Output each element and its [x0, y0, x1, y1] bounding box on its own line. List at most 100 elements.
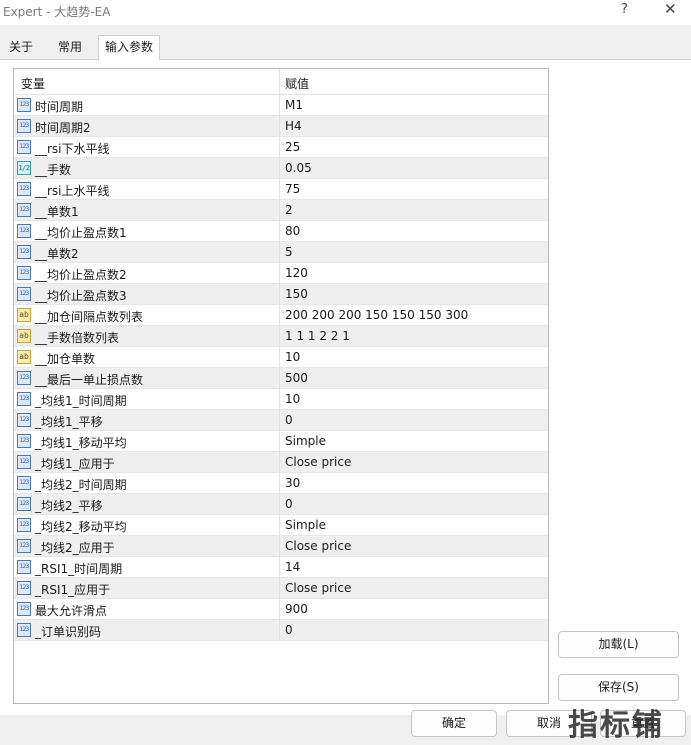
tab-input-parameters[interactable]: 输入参数 [98, 35, 161, 61]
cell-divider [279, 536, 280, 557]
table-row[interactable]: 123 __均价止盈点数2 120 [14, 263, 548, 284]
table-row[interactable]: 123 时间周期 M1 [14, 95, 548, 116]
cell-divider [279, 242, 280, 263]
table-row[interactable]: 123 _均线2_时间周期 30 [14, 473, 548, 494]
table-row[interactable]: 123 __单数1 2 [14, 200, 548, 221]
parameter-value[interactable]: 900 [285, 602, 308, 616]
parameter-value[interactable]: H4 [285, 119, 302, 133]
parameter-value[interactable]: 25 [285, 140, 300, 154]
close-button[interactable]: ✕ [664, 0, 677, 18]
cell-divider [279, 368, 280, 389]
cell-divider [279, 389, 280, 410]
parameter-value[interactable]: 75 [285, 182, 300, 196]
integer-type-icon: 123 [17, 602, 31, 616]
table-row[interactable]: 123 _均线2_移动平均 Simple [14, 515, 548, 536]
parameter-value[interactable]: M1 [285, 98, 303, 112]
parameter-value[interactable]: 150 [285, 287, 308, 301]
column-header-value[interactable]: 赋值 [285, 75, 309, 92]
parameter-value[interactable]: 0 [285, 413, 293, 427]
parameter-value[interactable]: 2 [285, 203, 293, 217]
table-row[interactable]: 123 __最后一单止损点数 500 [14, 368, 548, 389]
table-row[interactable]: 123 最大允许滑点 900 [14, 599, 548, 620]
integer-type-icon: 123 [17, 581, 31, 595]
table-body: 123 时间周期 M1 123 时间周期2 H4 123 __rsi下水平线 25 1/2 __手数… [14, 95, 548, 641]
cell-divider [279, 221, 280, 242]
ok-button[interactable]: 确定 [411, 710, 497, 737]
cell-divider [279, 284, 280, 305]
help-button[interactable]: ? [621, 2, 628, 17]
table-row[interactable]: ab __手数倍数列表 1 1 1 2 2 1 [14, 326, 548, 347]
cell-divider [279, 95, 280, 116]
string-type-icon: ab [17, 329, 31, 343]
parameter-value[interactable]: 500 [285, 371, 308, 385]
integer-type-icon: 123 [17, 455, 31, 469]
parameter-value[interactable]: 10 [285, 392, 300, 406]
table-row[interactable]: 123 __均价止盈点数3 150 [14, 284, 548, 305]
cell-divider [279, 431, 280, 452]
column-divider[interactable] [279, 69, 280, 95]
integer-type-icon: 123 [17, 560, 31, 574]
parameter-name: __单数1 [35, 205, 79, 219]
table-row[interactable]: 123 __rsi下水平线 25 [14, 137, 548, 158]
cell-divider [279, 137, 280, 158]
cell-divider [279, 179, 280, 200]
cell-divider [279, 200, 280, 221]
table-row[interactable]: 123 _订单识别码 0 [14, 620, 548, 641]
parameter-value[interactable]: 10 [285, 350, 300, 364]
parameter-value[interactable]: 0 [285, 623, 293, 637]
parameter-value[interactable]: Simple [285, 434, 326, 448]
parameter-value[interactable]: 80 [285, 224, 300, 238]
parameter-value[interactable]: Close price [285, 581, 351, 595]
table-row[interactable]: ab __加仓间隔点数列表 200 200 200 150 150 150 300 [14, 305, 548, 326]
parameter-value[interactable]: Simple [285, 518, 326, 532]
parameter-value[interactable]: Close price [285, 539, 351, 553]
load-button[interactable]: 加载(L) [558, 631, 679, 658]
parameters-table[interactable]: 变量 赋值 123 时间周期 M1 123 时间周期2 H4 123 __rsi下水平线 25 1… [13, 68, 549, 704]
table-row[interactable]: 123 _均线1_移动平均 Simple [14, 431, 548, 452]
table-row[interactable]: 123 _均线1_应用于 Close price [14, 452, 548, 473]
table-row[interactable]: 123 _RSI1_时间周期 14 [14, 557, 548, 578]
parameter-name: __均价止盈点数2 [35, 268, 127, 282]
integer-type-icon: 123 [17, 182, 31, 196]
parameter-name: _均线2_时间周期 [35, 478, 127, 492]
parameter-value[interactable]: 0 [285, 497, 293, 511]
parameter-value[interactable]: 1 1 1 2 2 1 [285, 329, 350, 343]
parameter-value[interactable]: 14 [285, 560, 300, 574]
table-row[interactable]: 123 _RSI1_应用于 Close price [14, 578, 548, 599]
column-header-variable[interactable]: 变量 [21, 75, 45, 92]
integer-type-icon: 123 [17, 392, 31, 406]
parameter-value[interactable]: 120 [285, 266, 308, 280]
table-row[interactable]: 123 __单数2 5 [14, 242, 548, 263]
parameter-value[interactable]: Close price [285, 455, 351, 469]
tab-common[interactable]: 常用 [52, 36, 88, 60]
parameter-value[interactable]: 5 [285, 245, 293, 259]
parameter-name: 最大允许滑点 [35, 604, 108, 618]
parameter-name: _均线1_应用于 [35, 457, 115, 471]
window-title: Expert - 大趋势-EA [3, 5, 111, 19]
table-row[interactable]: 123 _均线2_平移 0 [14, 494, 548, 515]
cell-divider [279, 494, 280, 515]
table-row[interactable]: 123 _均线1_平移 0 [14, 410, 548, 431]
double-type-icon: 1/2 [17, 161, 31, 175]
table-row[interactable]: 1/2 __手数 0.05 [14, 158, 548, 179]
parameter-value[interactable]: 30 [285, 476, 300, 490]
parameter-name: __rsi上水平线 [35, 184, 110, 198]
table-row[interactable]: 123 _均线2_应用于 Close price [14, 536, 548, 557]
table-row[interactable]: 123 __均价止盈点数1 80 [14, 221, 548, 242]
tab-about[interactable]: 关于 [3, 36, 39, 60]
parameter-name: __均价止盈点数1 [35, 226, 127, 240]
string-type-icon: ab [17, 350, 31, 364]
parameter-value[interactable]: 0.05 [285, 161, 312, 175]
parameter-name: __手数倍数列表 [35, 331, 120, 345]
save-button[interactable]: 保存(S) [558, 674, 679, 701]
parameter-value[interactable]: 200 200 200 150 150 150 300 [285, 308, 468, 322]
table-row[interactable]: 123 __rsi上水平线 75 [14, 179, 548, 200]
integer-type-icon: 123 [17, 623, 31, 637]
integer-type-icon: 123 [17, 140, 31, 154]
table-row[interactable]: ab __加仓单数 10 [14, 347, 548, 368]
integer-type-icon: 123 [17, 497, 31, 511]
cell-divider [279, 620, 280, 641]
integer-type-icon: 123 [17, 224, 31, 238]
table-row[interactable]: 123 时间周期2 H4 [14, 116, 548, 137]
table-row[interactable]: 123 _均线1_时间周期 10 [14, 389, 548, 410]
